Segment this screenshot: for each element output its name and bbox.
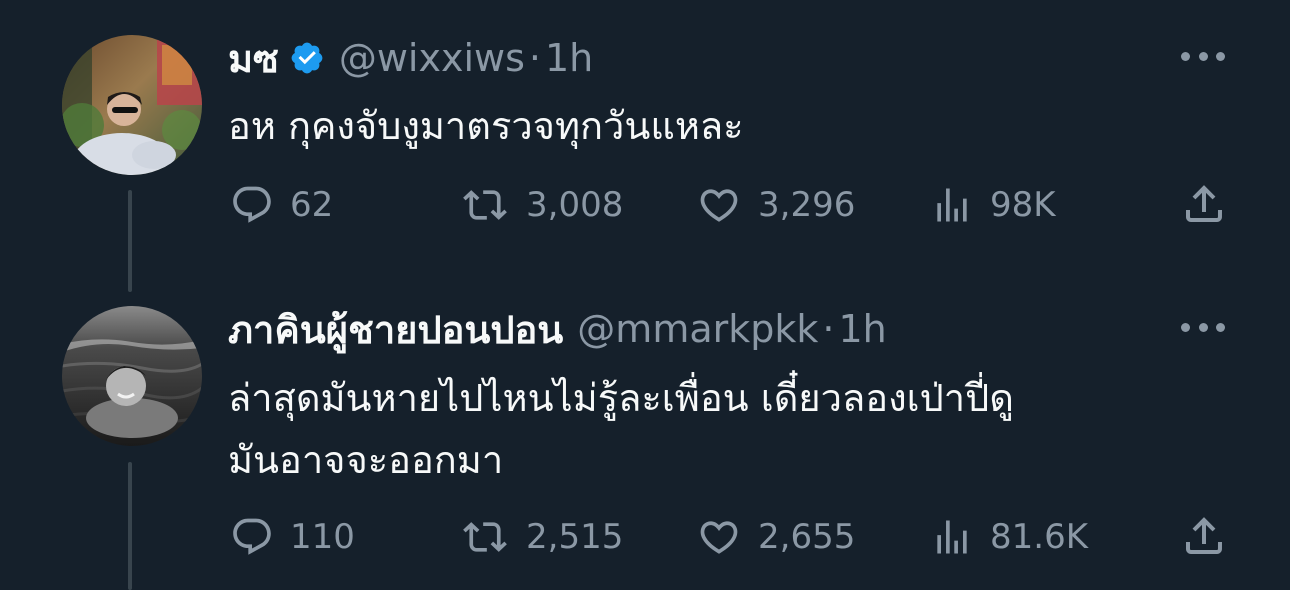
avatar-image xyxy=(62,306,202,446)
views-button[interactable]: 81.6K xyxy=(928,512,1088,562)
avatar[interactable] xyxy=(62,306,202,446)
retweet-icon xyxy=(463,190,507,220)
handle[interactable]: @wixxiws xyxy=(339,36,525,80)
like-button[interactable]: 2,655 xyxy=(694,512,855,562)
heart-icon xyxy=(700,189,738,222)
reply-icon xyxy=(233,518,271,555)
views-button[interactable]: 98K xyxy=(928,180,1056,230)
tweet-text: ล่าสุดมันหายไปไหนไม่รู้ละเพื่อน เดี๋ยวลอ… xyxy=(228,370,1014,488)
views-count: 98K xyxy=(990,185,1056,225)
timestamp[interactable]: 1h xyxy=(838,307,886,351)
display-name[interactable]: มซ xyxy=(228,28,279,89)
retweet-button[interactable]: 3,008 xyxy=(458,180,623,230)
avatar-image xyxy=(62,35,202,175)
retweet-count: 3,008 xyxy=(526,185,624,225)
heart-icon xyxy=(700,521,738,554)
more-icon[interactable] xyxy=(1181,46,1225,66)
tweet-text: อห กุคงจับงูมาตรวจทุกวันแหละ xyxy=(228,98,744,154)
views-icon xyxy=(937,520,967,554)
display-name[interactable]: ภาคินผู้ชายปอนปอน xyxy=(228,299,563,360)
separator-dot: · xyxy=(822,307,835,351)
reply-icon xyxy=(233,186,271,223)
thread-line xyxy=(128,462,132,590)
share-icon[interactable] xyxy=(1180,180,1228,228)
tweet-text-line: มันอาจจะออกมา xyxy=(228,438,504,482)
more-icon[interactable] xyxy=(1181,317,1225,337)
retweet-count: 2,515 xyxy=(526,517,624,557)
like-count: 3,296 xyxy=(758,185,856,225)
thread-line xyxy=(128,190,132,292)
retweet-icon xyxy=(463,522,507,552)
share-icon[interactable] xyxy=(1180,512,1228,560)
reply-count: 110 xyxy=(290,517,355,557)
avatar[interactable] xyxy=(62,35,202,175)
tweet-header: ภาคินผู้ชายปอนปอน @mmarkpkk · 1h xyxy=(228,304,887,354)
reply-count: 62 xyxy=(290,185,334,225)
verified-badge-icon xyxy=(291,42,323,74)
like-button[interactable]: 3,296 xyxy=(694,180,855,230)
tweet-text-line: ล่าสุดมันหายไปไหนไม่รู้ละเพื่อน เดี๋ยวลอ… xyxy=(228,376,1014,420)
reply-button[interactable]: 110 xyxy=(228,512,355,562)
reply-button[interactable]: 62 xyxy=(228,180,333,230)
separator-dot: · xyxy=(528,36,541,80)
tweet-text-line: อห กุคงจับงูมาตรวจทุกวันแหละ xyxy=(228,104,744,148)
like-count: 2,655 xyxy=(758,517,856,557)
timestamp[interactable]: 1h xyxy=(545,36,593,80)
retweet-button[interactable]: 2,515 xyxy=(458,512,623,562)
tweet-header: มซ @wixxiws · 1h xyxy=(228,33,593,83)
handle[interactable]: @mmarkpkk xyxy=(577,307,818,351)
views-icon xyxy=(937,188,967,222)
views-count: 81.6K xyxy=(990,517,1088,557)
